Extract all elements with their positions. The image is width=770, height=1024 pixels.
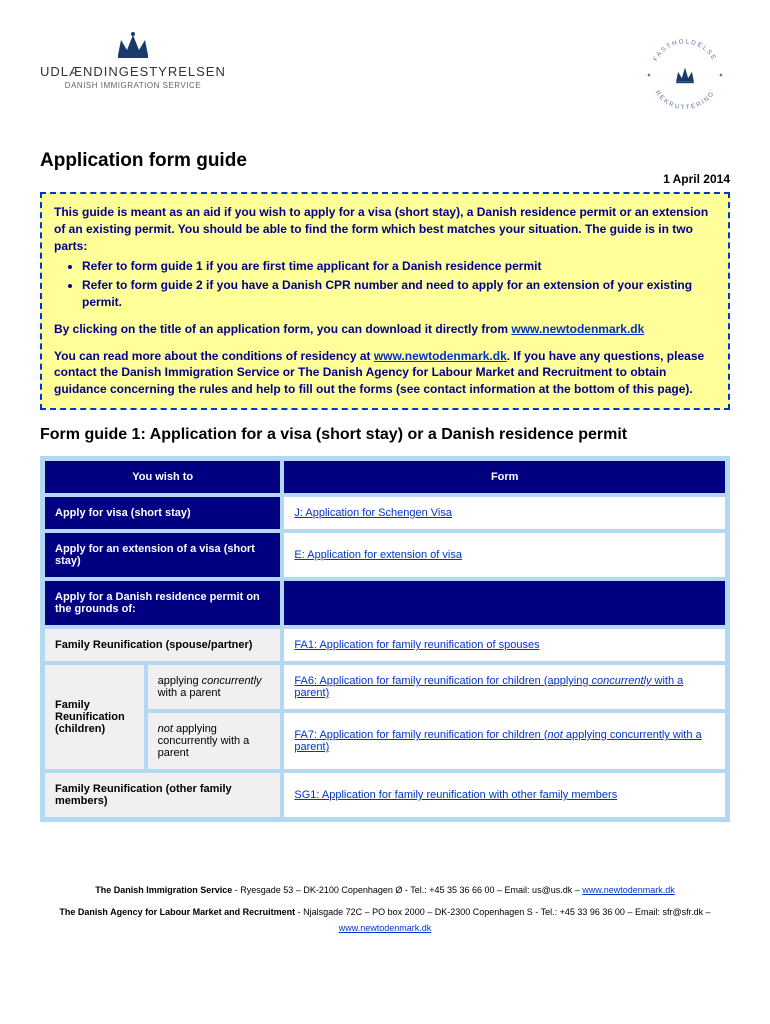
- svg-text:FASTHOLDELSE: FASTHOLDELSE: [652, 38, 718, 62]
- document-date: 1 April 2014: [663, 172, 730, 186]
- svg-text:REKRUTTERING: REKRUTTERING: [654, 89, 717, 111]
- row-sub-condition: not applying concurrently with a parent: [146, 711, 283, 771]
- table-row: Apply for visa (short stay) J: Applicati…: [43, 495, 727, 531]
- intro-link-2[interactable]: www.newtodenmark.dk: [374, 349, 507, 363]
- footer-line-1: The Danish Immigration Service - Ryesgad…: [40, 882, 730, 898]
- right-logo: FASTHOLDELSE REKRUTTERING: [640, 30, 730, 120]
- row-form-cell: J: Application for Schengen Visa: [282, 495, 727, 531]
- row-label: Apply for an extension of a visa (short …: [43, 531, 282, 579]
- footer-line-2: The Danish Agency for Labour Market and …: [40, 904, 730, 936]
- intro-box: This guide is meant as an aid if you wis…: [40, 192, 730, 410]
- form-link-fa6[interactable]: FA6: Application for family reunificatio…: [294, 675, 683, 699]
- page-title: Application form guide: [40, 150, 247, 172]
- crown-icon: [113, 30, 153, 60]
- intro-bullet-1: Refer to form guide 1 if you are first t…: [82, 258, 716, 275]
- intro-paragraph-3: You can read more about the conditions o…: [54, 348, 716, 398]
- title-row: Application form guide: [40, 150, 730, 172]
- row-label: Family Reunification (other family membe…: [43, 771, 282, 819]
- row-sub-condition: applying concurrently with a parent: [146, 663, 283, 711]
- form-guide-table: You wish to Form Apply for visa (short s…: [40, 456, 730, 822]
- form-link-e[interactable]: E: Application for extension of visa: [294, 549, 462, 561]
- table-row: not applying concurrently with a parent …: [43, 711, 727, 771]
- row-label: Apply for visa (short stay): [43, 495, 282, 531]
- document-header: UDLÆNDINGESTYRELSEN DANISH IMMIGRATION S…: [40, 30, 730, 120]
- table-row: Apply for an extension of a visa (short …: [43, 531, 727, 579]
- table-row: Family Reunification (spouse/partner) FA…: [43, 627, 727, 663]
- table-header-left: You wish to: [43, 459, 282, 495]
- form-link-sg1[interactable]: SG1: Application for family reunificatio…: [294, 789, 617, 801]
- row-form-cell: E: Application for extension of visa: [282, 531, 727, 579]
- table-row: Apply for a Danish residence permit on t…: [43, 579, 727, 627]
- row-form-cell: SG1: Application for family reunificatio…: [282, 771, 727, 819]
- form-link-fa7[interactable]: FA7: Application for family reunificatio…: [294, 729, 701, 753]
- intro-paragraph-2: By clicking on the title of an applicati…: [54, 321, 716, 338]
- form-link-fa1[interactable]: FA1: Application for family reunificatio…: [294, 639, 539, 651]
- intro-link-1[interactable]: www.newtodenmark.dk: [511, 322, 644, 336]
- document-footer: The Danish Immigration Service - Ryesgad…: [40, 882, 730, 937]
- table-header-right: Form: [282, 459, 727, 495]
- logo-text-secondary: DANISH IMMIGRATION SERVICE: [65, 81, 201, 90]
- footer-link-1[interactable]: www.newtodenmark.dk: [582, 885, 675, 895]
- table-row: Family Reunification (other family membe…: [43, 771, 727, 819]
- intro-paragraph-1: This guide is meant as an aid if you wis…: [54, 204, 716, 254]
- section-title: Form guide 1: Application for a visa (sh…: [40, 426, 730, 444]
- row-form-cell: FA7: Application for family reunificatio…: [282, 711, 727, 771]
- logo-text-primary: UDLÆNDINGESTYRELSEN: [40, 64, 226, 79]
- footer-link-2[interactable]: www.newtodenmark.dk: [339, 923, 432, 933]
- row-form-cell: FA6: Application for family reunificatio…: [282, 663, 727, 711]
- row-label: Apply for a Danish residence permit on t…: [43, 579, 282, 627]
- row-group-label: Family Reunification (children): [43, 663, 146, 771]
- intro-bullets: Refer to form guide 1 if you are first t…: [82, 258, 716, 310]
- row-label: Family Reunification (spouse/partner): [43, 627, 282, 663]
- intro-bullet-2: Refer to form guide 2 if you have a Dani…: [82, 277, 716, 311]
- table-row: Family Reunification (children) applying…: [43, 663, 727, 711]
- circular-seal-icon: FASTHOLDELSE REKRUTTERING: [640, 30, 730, 120]
- row-form-cell-empty: [282, 579, 727, 627]
- form-link-j[interactable]: J: Application for Schengen Visa: [294, 507, 452, 519]
- left-logo: UDLÆNDINGESTYRELSEN DANISH IMMIGRATION S…: [40, 30, 226, 90]
- row-form-cell: FA1: Application for family reunificatio…: [282, 627, 727, 663]
